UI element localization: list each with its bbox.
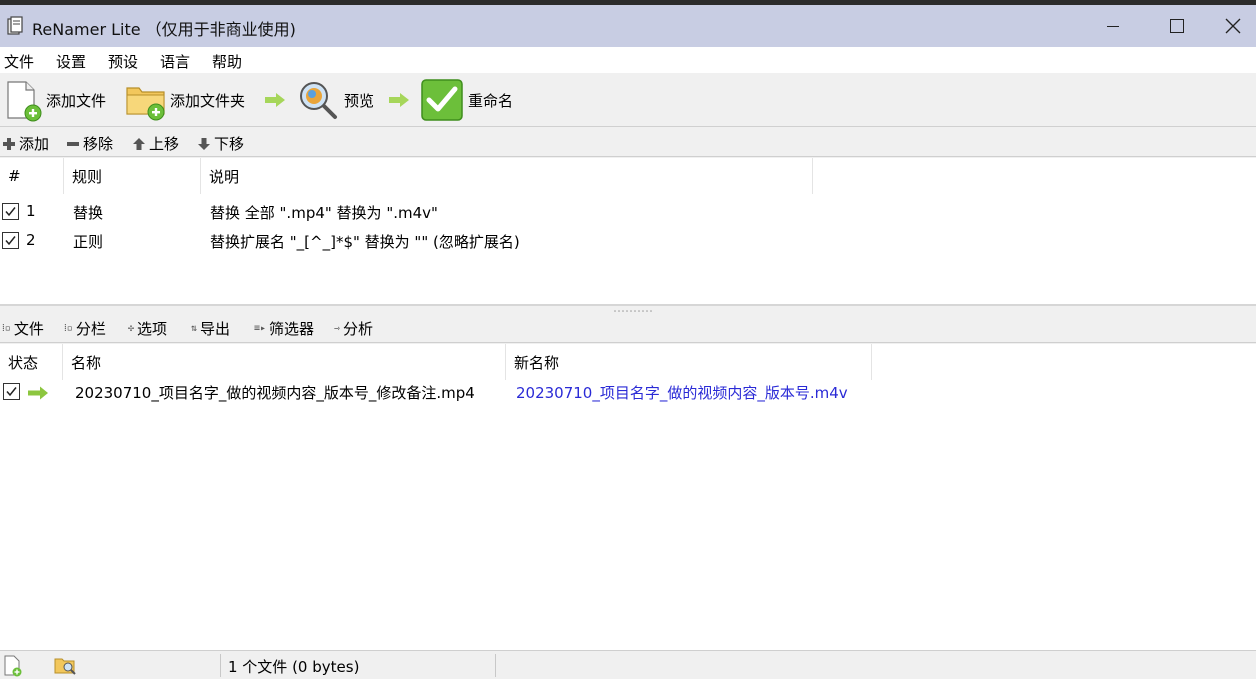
- status-separator: [495, 654, 496, 677]
- checkmark-icon: [6, 387, 17, 397]
- files-header-state[interactable]: 状态: [0, 344, 63, 380]
- columns-button[interactable]: ⁞▫ 分栏: [64, 318, 106, 339]
- rename-button[interactable]: 重命名: [420, 73, 513, 127]
- rules-list: # 规则 说明 1 替换 替换 全部 ".mp4" 替换为 ".m4v" 2 正…: [0, 158, 1256, 306]
- rule-row[interactable]: 2 正则 替换扩展名 "_[^_]*$" 替换为 "" (忽略扩展名): [0, 227, 1256, 255]
- analyze-button[interactable]: ⇾ 分析: [334, 318, 373, 339]
- menu-presets[interactable]: 预设: [108, 51, 138, 72]
- status-arrow-icon: [28, 386, 48, 400]
- rule-checkbox[interactable]: [2, 232, 19, 249]
- rule-desc: 替换扩展名 "_[^_]*$" 替换为 "" (忽略扩展名): [210, 233, 520, 251]
- rule-checkbox[interactable]: [2, 203, 19, 220]
- status-bar: 1 个文件 (0 bytes): [0, 650, 1256, 679]
- close-button[interactable]: [1210, 5, 1256, 47]
- options-label: 选项: [137, 320, 168, 338]
- move-up-label: 上移: [149, 135, 180, 153]
- close-icon: [1225, 18, 1241, 34]
- columns-label: 分栏: [75, 320, 106, 338]
- remove-rule-button[interactable]: 移除: [66, 133, 113, 154]
- analyze-icon: ⇾: [334, 323, 341, 334]
- window-title: ReNamer Lite （仅用于非商业使用): [32, 20, 296, 39]
- rules-header-rule[interactable]: 规则: [64, 158, 201, 194]
- status-add-file-icon[interactable]: [2, 655, 24, 677]
- status-separator: [220, 654, 221, 677]
- checkmark-icon: [5, 207, 16, 217]
- minus-icon: [67, 141, 79, 146]
- arrow-down-icon: [198, 137, 210, 150]
- menu-settings[interactable]: 设置: [56, 51, 86, 72]
- files-toolbar: ⁞▫ 文件 ⁞▫ 分栏 ✣ 选项 ⇅ 导出 ≡▸ 筛选器 ⇾ 分析: [0, 313, 1256, 343]
- files-menu-button[interactable]: ⁞▫ 文件: [2, 318, 44, 339]
- file-row[interactable]: 20230710_项目名字_做的视频内容_版本号_修改备注.mp4 202307…: [0, 378, 1256, 406]
- rules-header-desc[interactable]: 说明: [201, 158, 813, 194]
- add-files-label: 添加文件: [46, 91, 107, 110]
- files-menu-label: 文件: [13, 320, 44, 338]
- preview-label: 预览: [344, 91, 375, 110]
- preview-button[interactable]: 预览: [296, 73, 374, 127]
- filter-icon: ≡▸: [254, 323, 267, 334]
- file-checkbox[interactable]: [3, 383, 20, 400]
- move-down-button[interactable]: 下移: [197, 133, 244, 154]
- rule-num: 2: [26, 231, 36, 249]
- export-button[interactable]: ⇅ 导出: [191, 318, 230, 339]
- rule-desc: 替换 全部 ".mp4" 替换为 ".m4v": [210, 204, 438, 222]
- export-label: 导出: [200, 320, 231, 338]
- menu-file[interactable]: 文件: [4, 51, 34, 72]
- options-button[interactable]: ✣ 选项: [128, 318, 167, 339]
- file-name: 20230710_项目名字_做的视频内容_版本号_修改备注.mp4: [75, 384, 475, 402]
- add-rule-button[interactable]: 添加: [2, 133, 49, 154]
- arrow-up-icon: [133, 137, 145, 150]
- add-files-button[interactable]: 添加文件: [4, 73, 106, 127]
- files-header-new-name[interactable]: 新名称: [506, 344, 872, 380]
- move-up-button[interactable]: 上移: [132, 133, 179, 154]
- flow-arrow-icon: [389, 93, 409, 107]
- add-file-icon: [7, 81, 42, 122]
- magnifier-icon: [300, 82, 337, 119]
- add-folder-icon: [126, 87, 165, 121]
- add-folder-label: 添加文件夹: [170, 91, 246, 110]
- rename-check-icon: [421, 79, 463, 121]
- plus-icon: [3, 137, 15, 150]
- export-icon: ⇅: [191, 323, 198, 334]
- columns-icon: ⁞▫: [64, 323, 73, 334]
- menu-language[interactable]: 语言: [160, 51, 190, 72]
- rename-label: 重命名: [468, 91, 514, 110]
- status-file-count: 1 个文件 (0 bytes): [228, 658, 360, 676]
- rules-toolbar: 添加 移除 上移 下移: [0, 127, 1256, 157]
- flow-arrow-icon: [265, 93, 285, 107]
- rule-name: 替换: [73, 204, 104, 222]
- menu-help[interactable]: 帮助: [212, 51, 242, 72]
- minimize-icon: [1107, 25, 1119, 27]
- files-menu-icon: ⁞▫: [2, 323, 11, 334]
- filter-label: 筛选器: [269, 320, 315, 338]
- options-icon: ✣: [128, 323, 135, 334]
- filter-button[interactable]: ≡▸ 筛选器: [254, 318, 314, 339]
- rules-header-num[interactable]: #: [0, 158, 64, 194]
- checkmark-icon: [5, 236, 16, 246]
- renamer-window: ReNamer Lite （仅用于非商业使用) 文件 设置 预设 语言 帮助 添…: [0, 5, 1256, 679]
- minimize-button[interactable]: [1082, 5, 1144, 47]
- move-down-label: 下移: [214, 135, 245, 153]
- menu-bar: 文件 设置 预设 语言 帮助: [0, 47, 1256, 73]
- add-folder-button[interactable]: 添加文件夹: [124, 73, 245, 127]
- rule-name: 正则: [73, 233, 104, 251]
- analyze-label: 分析: [343, 320, 374, 338]
- rule-num: 1: [26, 202, 36, 220]
- maximize-button[interactable]: [1146, 5, 1208, 47]
- status-folder-search-icon[interactable]: [54, 655, 78, 677]
- files-list: 状态 名称 新名称 20230710_项目名字_做的视频内容_版本号_修改备注.…: [0, 344, 1256, 650]
- maximize-icon: [1170, 19, 1184, 33]
- files-header-name[interactable]: 名称: [63, 344, 506, 380]
- main-toolbar: 添加文件 添加文件夹 预览 重命名: [0, 73, 1256, 127]
- file-new-name: 20230710_项目名字_做的视频内容_版本号.m4v: [516, 384, 848, 402]
- rule-row[interactable]: 1 替换 替换 全部 ".mp4" 替换为 ".m4v": [0, 198, 1256, 226]
- app-icon: [7, 16, 23, 35]
- add-rule-label: 添加: [19, 135, 50, 153]
- remove-rule-label: 移除: [83, 135, 114, 153]
- title-bar: ReNamer Lite （仅用于非商业使用): [0, 5, 1256, 47]
